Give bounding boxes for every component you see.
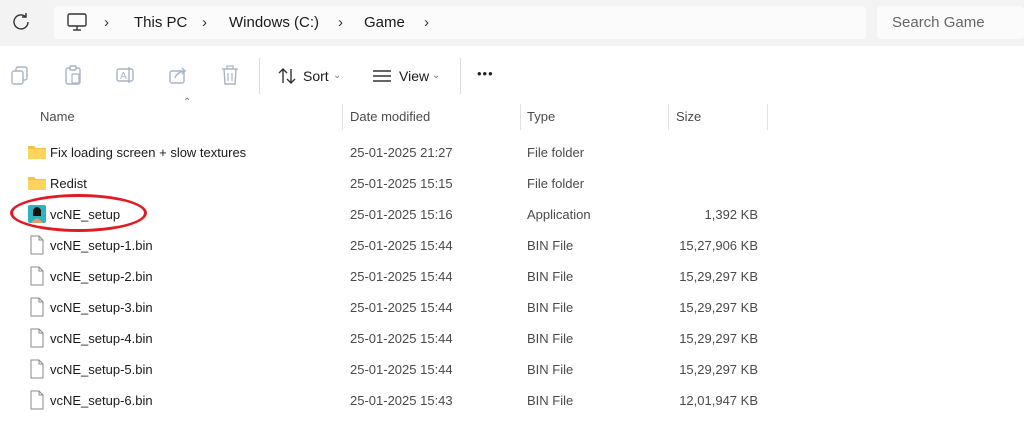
file-size: 15,27,906 KB [679, 238, 758, 253]
file-name[interactable]: vcNE_setup-5.bin [50, 362, 153, 377]
command-bar [0, 46, 1024, 104]
chevron-right-icon[interactable]: › [424, 14, 429, 31]
view-button[interactable]: View [399, 68, 429, 84]
column-divider[interactable] [342, 104, 343, 130]
file-size: 15,29,297 KB [679, 362, 758, 377]
chevron-right-icon[interactable]: › [338, 14, 343, 31]
delete-icon[interactable] [220, 64, 240, 86]
refresh-icon[interactable] [10, 11, 32, 33]
file-name[interactable]: vcNE_setup-1.bin [50, 238, 153, 253]
rename-icon[interactable]: A [115, 64, 135, 86]
view-icon[interactable] [372, 67, 392, 85]
this-pc-icon[interactable] [66, 12, 88, 32]
file-name[interactable]: vcNE_setup-3.bin [50, 300, 153, 315]
file-name[interactable]: vcNE_setup-6.bin [50, 393, 153, 408]
chevron-down-icon[interactable]: ⌄ [333, 70, 341, 81]
file-date: 25-01-2025 15:44 [350, 238, 453, 253]
file-date: 25-01-2025 15:16 [350, 207, 453, 222]
file-date: 25-01-2025 15:43 [350, 393, 453, 408]
file-icon [30, 359, 44, 379]
file-type: BIN File [527, 362, 574, 377]
file-icon [30, 328, 44, 348]
file-type: Application [527, 207, 591, 222]
search-input[interactable]: Search Game [892, 14, 985, 31]
file-date: 25-01-2025 15:15 [350, 176, 453, 191]
paste-icon[interactable] [63, 64, 83, 86]
file-name[interactable]: vcNE_setup-4.bin [50, 331, 153, 346]
file-name[interactable]: Redist [50, 176, 87, 191]
file-name[interactable]: Fix loading screen + slow textures [50, 145, 246, 160]
file-size: 15,29,297 KB [679, 269, 758, 284]
chevron-right-icon[interactable]: › [104, 14, 109, 31]
breadcrumb-this-pc[interactable]: This PC [134, 14, 187, 31]
column-header-name[interactable]: Name [40, 109, 75, 124]
toolbar-separator [460, 58, 461, 94]
file-type: BIN File [527, 393, 574, 408]
file-name[interactable]: vcNE_setup-2.bin [50, 269, 153, 284]
column-header-size[interactable]: Size [676, 109, 701, 124]
sort-icon[interactable] [277, 66, 297, 86]
toolbar-separator [259, 58, 260, 94]
column-divider[interactable] [520, 104, 521, 130]
file-date: 25-01-2025 15:44 [350, 331, 453, 346]
file-icon [30, 266, 44, 286]
file-size: 15,29,297 KB [679, 300, 758, 315]
breadcrumb-game[interactable]: Game [364, 14, 405, 31]
file-date: 25-01-2025 15:44 [350, 362, 453, 377]
more-options-button[interactable]: ••• [477, 66, 494, 81]
column-header-type[interactable]: Type [527, 109, 555, 124]
chevron-down-icon[interactable]: ⌄ [432, 70, 440, 81]
chevron-right-icon[interactable]: › [202, 14, 207, 31]
sort-button[interactable]: Sort [303, 68, 329, 84]
breadcrumb-windows-c[interactable]: Windows (C:) [229, 14, 319, 31]
file-icon [30, 235, 44, 255]
copy-icon[interactable] [10, 64, 30, 86]
sort-ascending-icon: ⌃ [183, 97, 192, 108]
folder-icon [28, 177, 46, 190]
file-type: BIN File [527, 300, 574, 315]
red-circle-annotation [10, 194, 147, 232]
file-date: 25-01-2025 21:27 [350, 145, 453, 160]
column-header-date[interactable]: Date modified [350, 109, 430, 124]
file-size: 15,29,297 KB [679, 331, 758, 346]
column-divider[interactable] [668, 104, 669, 130]
svg-text:A: A [120, 71, 127, 82]
file-type: BIN File [527, 331, 574, 346]
share-icon[interactable] [168, 64, 188, 86]
file-size: 12,01,947 KB [679, 393, 758, 408]
file-size: 1,392 KB [704, 207, 759, 222]
file-type: File folder [527, 145, 585, 160]
file-type: BIN File [527, 238, 574, 253]
file-date: 25-01-2025 15:44 [350, 269, 453, 284]
file-icon [30, 390, 44, 410]
folder-icon [28, 146, 46, 159]
column-divider[interactable] [767, 104, 768, 130]
file-icon [30, 297, 44, 317]
file-type: File folder [527, 176, 585, 191]
file-date: 25-01-2025 15:44 [350, 300, 453, 315]
file-type: BIN File [527, 269, 574, 284]
